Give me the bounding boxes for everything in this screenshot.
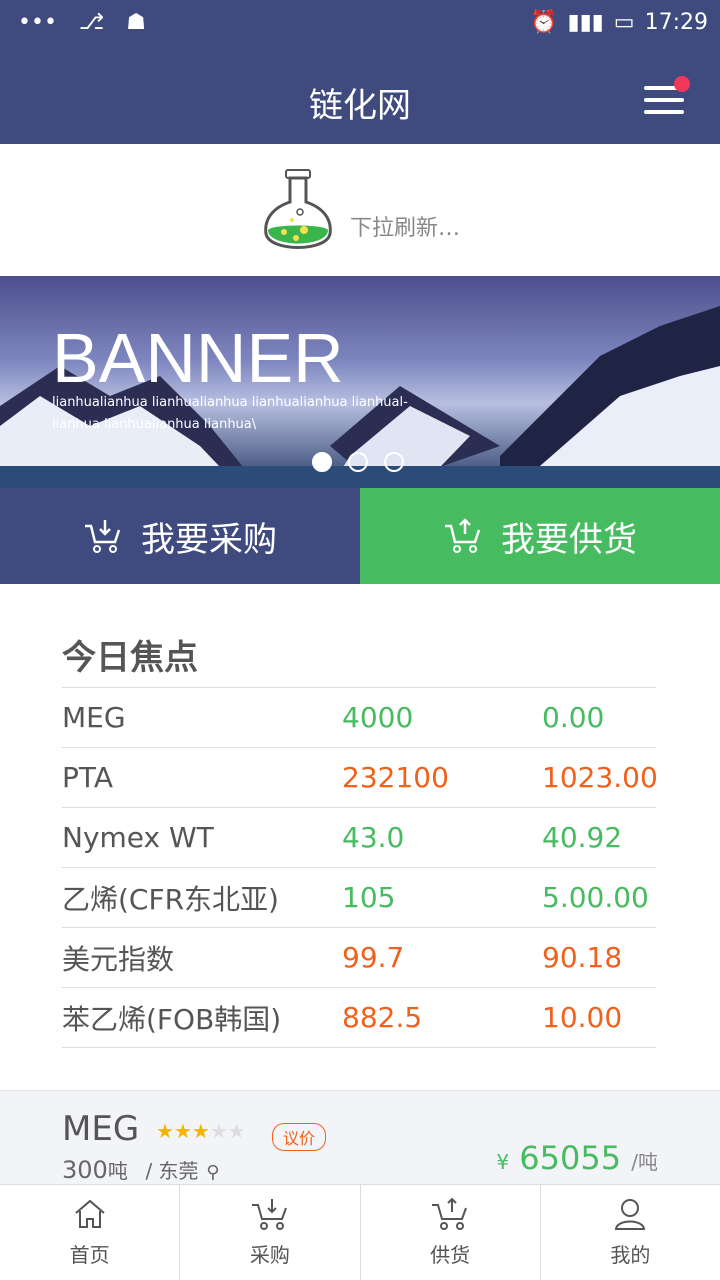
product-qty: 300吨 / 东莞 ⚲ (62, 1155, 219, 1184)
bottom-tabbar: 首页 采购 供货 我的 (0, 1184, 720, 1280)
user-icon (615, 1199, 646, 1230)
alarm-icon: ⏰ (530, 10, 558, 35)
banner-subtitle: lianhualianhua lianhualianhua lianhualia… (52, 392, 412, 436)
row-change: 0.00 (542, 701, 605, 734)
nav-bar: 链化网 (0, 48, 720, 144)
focus-title: 今日焦点 (62, 630, 656, 688)
product-tag: 议价 (272, 1123, 327, 1151)
cart-upload-icon (432, 1197, 468, 1230)
banner-subtitle-line2: lianhua lianhualianhua lianhua\ (52, 417, 257, 432)
location-pin-icon: ⚲ (206, 1162, 220, 1183)
row-name: 美元指数 (62, 942, 175, 976)
row-value: 4000 (342, 701, 414, 734)
location: / 东莞 (145, 1159, 199, 1183)
status-bar: ••• ⎇ ☗ ⏰ ▮▮▮ ▭ 17:29 (0, 0, 720, 48)
table-row[interactable]: MEG 4000 0.00 (62, 688, 656, 748)
focus-table: MEG 4000 0.00 PTA 232100 1023.00 Nymex WT 43.0 4… (62, 688, 658, 1048)
table-row[interactable]: Nymex WT 43.0 40.92 (62, 808, 656, 868)
tab-supply[interactable]: 供货 (359, 1185, 540, 1280)
android-icon: ☗ (126, 10, 147, 35)
notification-dot (674, 76, 690, 92)
tab-purchase[interactable]: 采购 (179, 1185, 359, 1280)
row-change: 1023.00 (542, 761, 658, 794)
table-row[interactable]: 美元指数 99.7 90.18 (62, 928, 656, 988)
row-value: 882.5 (342, 1001, 423, 1034)
page-title: 链化网 (309, 86, 411, 126)
currency: ¥ (496, 1150, 510, 1174)
row-value: 43.0 (342, 821, 405, 854)
supply-button[interactable]: 我要供货 (360, 488, 720, 584)
star-icon: ★ (227, 1119, 246, 1143)
status-time: 17:29 (644, 10, 708, 35)
menu-icon[interactable] (644, 76, 690, 114)
signal-icon: ▮▮▮ (567, 10, 604, 35)
home-icon (74, 1199, 105, 1228)
buy-label: 我要采购 (141, 519, 277, 560)
row-change: 10.00 (542, 1001, 623, 1034)
price-unit: /吨 (631, 1150, 658, 1174)
star-icon: ★ (173, 1119, 192, 1143)
flask-icon (264, 169, 332, 249)
row-name: MEG (62, 701, 126, 734)
banner-title: BANNER (52, 319, 344, 397)
row-value: 99.7 (342, 941, 405, 974)
price-value: 65055 (519, 1139, 622, 1177)
product-card[interactable]: MEG ★★★★★ 议价 300吨 / 东莞 ⚲ ¥ 65055 /吨 (0, 1090, 720, 1184)
carousel-dots (312, 452, 404, 472)
row-change: 90.18 (542, 941, 623, 974)
product-price: ¥ 65055 /吨 (496, 1139, 658, 1177)
cart-download-icon (85, 520, 121, 553)
carousel-dot-3[interactable] (384, 452, 404, 472)
battery-icon: ▭ (613, 10, 635, 35)
usb-icon: ⎇ (78, 10, 105, 35)
tab-home-label: 首页 (69, 1243, 110, 1267)
row-name: Nymex WT (62, 821, 214, 854)
banner-subtitle-line1: lianhualianhua lianhualianhua lianhualia… (52, 395, 408, 410)
focus-section: 今日焦点 MEG 4000 0.00 PTA 232100 1023.00 Nymex WT… (62, 630, 658, 1048)
product-rating: ★★★★★ (156, 1119, 246, 1143)
product-name: MEG (62, 1109, 140, 1149)
tab-home[interactable]: 首页 (0, 1185, 179, 1280)
row-name: PTA (62, 761, 113, 794)
row-value: 232100 (342, 761, 449, 794)
star-icon: ★ (209, 1119, 228, 1143)
row-value: 105 (342, 881, 396, 914)
row-name: 苯乙烯(FOB韩国) (62, 1002, 282, 1036)
tab-supply-label: 供货 (430, 1243, 471, 1267)
supply-label: 我要供货 (501, 519, 637, 560)
tab-purchase-label: 采购 (249, 1243, 290, 1267)
row-change: 40.92 (542, 821, 623, 854)
table-row[interactable]: 乙烯(CFR东北亚) 105 5.00.00 (62, 868, 656, 928)
cart-download-icon (251, 1199, 287, 1230)
row-name: 乙烯(CFR东北亚) (62, 882, 279, 916)
tab-mine[interactable]: 我的 (539, 1185, 720, 1280)
tab-mine-label: 我的 (610, 1243, 651, 1267)
carousel-dot-2[interactable] (348, 452, 368, 472)
carousel-dot-1[interactable] (312, 452, 332, 472)
row-change: 5.00.00 (542, 881, 649, 914)
star-icon: ★ (156, 1119, 174, 1143)
star-icon: ★ (191, 1119, 210, 1143)
qty-unit: 吨 (107, 1159, 128, 1183)
buy-button[interactable]: 我要采购 (0, 488, 360, 584)
table-row[interactable]: 苯乙烯(FOB韩国) 882.5 10.00 (62, 988, 656, 1048)
table-row[interactable]: PTA 232100 1023.00 (62, 748, 658, 808)
cart-upload-icon (445, 518, 481, 553)
refresh-text: 下拉刷新… (350, 216, 461, 241)
qty-value: 300 (62, 1156, 108, 1184)
more-icon: ••• (18, 10, 57, 35)
